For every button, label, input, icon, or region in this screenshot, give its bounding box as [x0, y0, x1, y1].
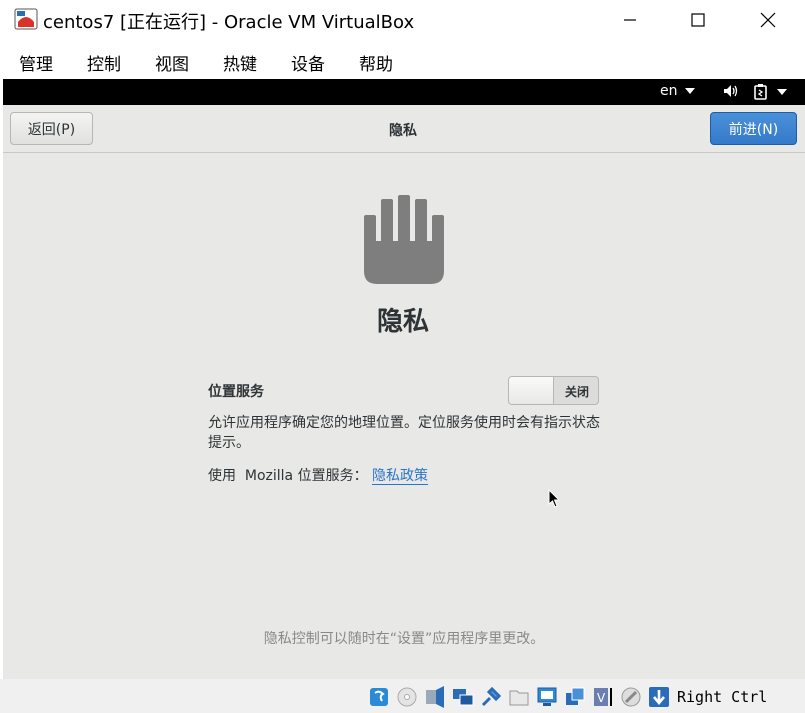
language-label: en [660, 83, 678, 99]
video-capture-icon[interactable] [564, 686, 586, 708]
minimize-button[interactable] [612, 6, 648, 34]
mozilla-text: 使用 Mozilla 位置服务： [208, 468, 368, 484]
host-key-arrow-icon[interactable] [648, 686, 670, 708]
toggle-knob [509, 377, 554, 404]
location-description: 允许应用程序确定您的地理位置。定位服务使用时会有指示状态提示。 [208, 415, 600, 451]
chevron-down-icon [684, 88, 695, 94]
usb-icon[interactable] [480, 686, 502, 708]
mozilla-location-line: 使用 Mozilla 位置服务： 隐私政策 [208, 465, 429, 485]
svg-text:V: V [597, 691, 606, 705]
maximize-icon [691, 13, 705, 27]
menu-manage[interactable]: 管理 [19, 50, 53, 75]
maximize-button[interactable] [680, 6, 716, 34]
next-button[interactable]: 前进(N) [710, 112, 797, 145]
menu-view[interactable]: 视图 [155, 50, 189, 75]
mouse-cursor-icon [548, 489, 560, 508]
back-button[interactable]: 返回(P) [10, 112, 93, 145]
window-titlebar: centos7 [正在运行] - Oracle VM VirtualBox [0, 0, 805, 40]
shared-folders-icon[interactable] [508, 686, 530, 708]
virtualbox-app-icon[interactable] [14, 8, 38, 30]
chevron-down-icon[interactable] [777, 88, 787, 96]
guest-top-bar: en [3, 79, 805, 105]
location-services-label: 位置服务 [208, 384, 264, 400]
display-icon[interactable] [536, 686, 558, 708]
menu-devices[interactable]: 设备 [291, 50, 325, 75]
window-title: centos7 [正在运行] - Oracle VM VirtualBox [43, 12, 415, 33]
language-indicator[interactable]: en [660, 83, 695, 99]
privacy-heading: 隐私 [376, 307, 429, 337]
close-icon [760, 12, 776, 28]
optical-drive-icon[interactable] [396, 686, 418, 708]
privacy-hand-icon [364, 195, 444, 284]
page-title: 隐私 [389, 123, 417, 139]
installer-header: 返回(P) 隐私 前进(N) [3, 105, 805, 153]
location-services-toggle[interactable]: 关闭 [508, 376, 599, 405]
virtualization-icon[interactable]: V [592, 686, 614, 708]
menu-help[interactable]: 帮助 [359, 50, 393, 75]
guest-screen[interactable]: en 返回(P) 隐私 前进(N) 隐私 位置服务 关闭 允许应用程序确定您的地… [3, 79, 805, 679]
minimize-icon [624, 19, 636, 21]
hard-disk-icon[interactable] [368, 686, 390, 708]
menu-hotkeys[interactable]: 热键 [223, 50, 257, 75]
privacy-footer-note: 隐私控制可以随时在“设置”应用程序里更改。 [263, 631, 545, 647]
close-button[interactable] [750, 6, 786, 34]
network-icon[interactable] [452, 686, 474, 708]
menu-control[interactable]: 控制 [87, 50, 121, 75]
volume-icon[interactable] [723, 83, 739, 99]
status-bar: V Right Ctrl [0, 679, 805, 713]
privacy-policy-link[interactable]: 隐私政策 [372, 468, 429, 485]
audio-icon[interactable] [424, 686, 446, 708]
power-icon[interactable] [753, 83, 769, 101]
menu-bar: 管理 控制 视图 热键 设备 帮助 [0, 40, 805, 79]
host-key-label: Right Ctrl [677, 688, 768, 706]
mouse-integration-icon[interactable] [620, 686, 642, 708]
toggle-state-label: 关闭 [564, 385, 589, 399]
